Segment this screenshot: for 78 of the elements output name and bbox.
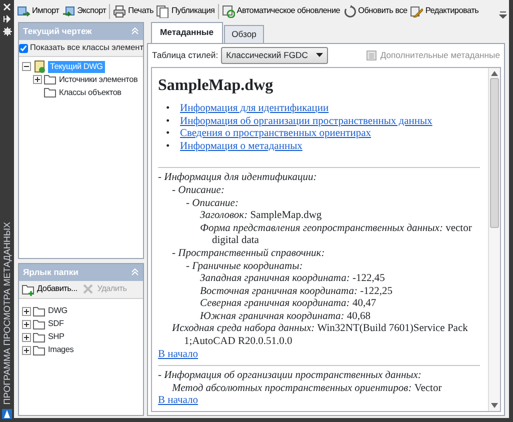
metadata-line: Форма представления геопространственных данных: vector digital data — [199, 222, 473, 248]
expand-toggle[interactable] — [33, 75, 42, 84]
arrow-icon — [62, 4, 76, 18]
checkbox[interactable] — [18, 44, 28, 53]
vertical-scrollbar[interactable] — [488, 68, 500, 411]
tab[interactable]: Обзор — [224, 25, 264, 43]
metadata-line: - Пространственный справочник: — [171, 248, 326, 260]
folder-icon — [33, 318, 46, 331]
toolbar-button[interactable]: Обновить все — [342, 4, 408, 18]
panel-button[interactable]: Добавить... — [21, 282, 78, 296]
expand-toggle[interactable] — [22, 346, 31, 355]
bullet: • — [166, 102, 171, 116]
logo-icon — [2, 409, 12, 419]
metadata-line: Восточная граничная координата: -122,25 — [199, 286, 394, 298]
scroll-down-arrow-icon[interactable] — [491, 403, 498, 408]
toolbar-button[interactable]: Публикация — [155, 4, 216, 18]
tree-item[interactable]: Images — [48, 344, 74, 356]
back-to-top-link[interactable]: В начало — [158, 395, 198, 408]
tree-item[interactable]: DWG — [48, 304, 68, 318]
back-to-top-link[interactable]: В начало — [158, 348, 198, 362]
refresh-icon — [343, 4, 356, 18]
tree-item[interactable]: Источники элементов — [59, 74, 138, 86]
folder-icon — [33, 304, 46, 318]
metadata-icon — [366, 50, 378, 61]
delete-icon — [82, 282, 96, 296]
close-icon[interactable] — [3, 3, 11, 11]
drawing-file-icon — [33, 60, 46, 74]
toolbar-button[interactable]: Редактировать — [409, 4, 480, 18]
tree-item[interactable]: SDF — [48, 318, 64, 330]
style-dropdown[interactable]: Классический FGDC — [221, 46, 328, 64]
refresh-icon — [222, 4, 235, 18]
add-folder-icon — [22, 282, 35, 296]
metadata-line: - Описание: — [171, 184, 226, 198]
tree-item[interactable]: Классы объектов — [59, 86, 122, 99]
panel-title: Ярлык папки — [23, 266, 78, 279]
folder-icon — [33, 344, 46, 357]
section-link[interactable]: Информация о метаданных — [180, 140, 302, 152]
folder-icon — [44, 86, 57, 100]
panel-title: ПРОГРАММА ПРОСМОТРА МЕТАДАННЫХ — [2, 222, 12, 405]
folder-icon — [44, 73, 57, 86]
panel-title: Текущий чертеж — [23, 25, 92, 38]
metadata-line: Заголовок: SampleMap.dwg — [199, 210, 323, 223]
arrow-icon — [17, 4, 30, 18]
toolbar-button[interactable]: Экспорт — [61, 4, 108, 18]
expand-toggle[interactable] — [22, 320, 31, 329]
toolbar-button[interactable]: Импорт — [16, 4, 60, 18]
toolbar-button[interactable]: Печать — [112, 4, 154, 18]
field-label: Таблица стилей: — [152, 48, 218, 62]
print-icon — [113, 4, 126, 18]
metadata-line: Западная граничная координата: -122,45 — [199, 273, 386, 286]
pencil-icon — [410, 4, 424, 18]
toolbar-button[interactable]: Автоматическое обновление — [220, 4, 342, 18]
bullet: • — [166, 140, 171, 154]
expand-toggle[interactable] — [22, 306, 31, 316]
document-title: SampleMap.dwg — [158, 76, 274, 95]
metadata-line: Метод абсолютных пространственных ориентиров: Vector — [171, 382, 443, 396]
expand-toggle[interactable] — [22, 332, 31, 342]
overflow-menu-icon[interactable] — [499, 11, 507, 19]
section-link[interactable]: Сведения о пространственных ориентирах — [180, 128, 372, 140]
caret-icon — [316, 53, 323, 58]
bullet: • — [166, 116, 171, 128]
metadata-line: - Информация об организации пространственных данных: — [158, 370, 422, 383]
metadata-line: Южная граничная координата: 40,68 — [199, 310, 372, 324]
bullet: • — [166, 128, 171, 141]
metadata-line: Исходная среда набора данных: Win32NT(Build 7601)Service Pack 1;AutoCAD R20.0.51.0.0 — [171, 323, 469, 349]
metadata-line: Северная граничная координата: 40,47 — [199, 298, 378, 311]
metadata-line: - Граничные координаты: — [185, 260, 304, 274]
tree-item[interactable]: SHP — [48, 330, 64, 344]
folder-icon — [33, 330, 46, 344]
document-icon — [156, 4, 170, 18]
scroll-up-arrow-icon[interactable] — [491, 70, 498, 76]
settings-icon[interactable] — [2, 27, 12, 36]
section-link[interactable]: Информация об организации пространственных данных — [180, 116, 432, 127]
collapse-toggle[interactable] — [22, 62, 31, 72]
tab[interactable]: Метаданные — [151, 22, 223, 43]
metadata-line: - Информация для идентификации: — [158, 172, 318, 185]
section-link[interactable]: Информация для идентификации — [180, 102, 329, 114]
metadata-line: - Описание: — [185, 198, 240, 210]
